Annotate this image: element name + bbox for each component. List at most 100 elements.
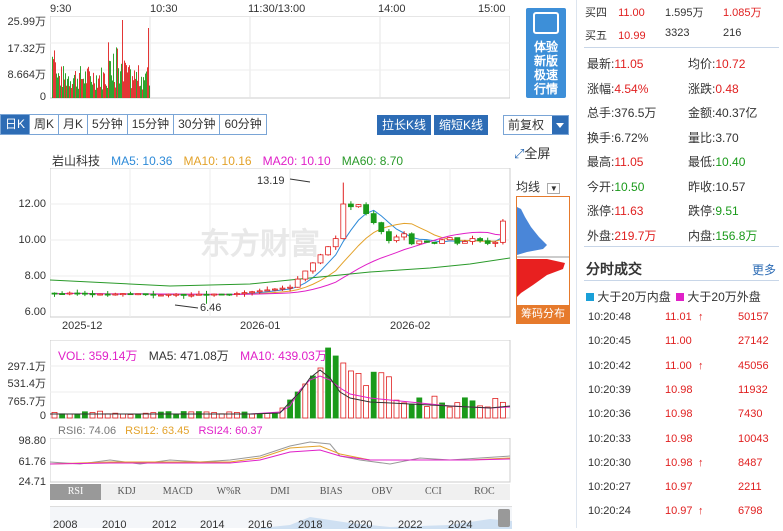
volume-bar <box>195 411 202 419</box>
price-ylabel: 12.00 <box>18 198 46 210</box>
volume-chart <box>50 340 511 419</box>
tab-30min[interactable]: 30分钟 <box>174 114 221 135</box>
tab-obv[interactable]: OBV <box>357 484 408 500</box>
candle-body <box>317 254 324 264</box>
candle-body <box>203 293 210 296</box>
time-tick: 15:00 <box>478 3 506 15</box>
price-ylabel: 10.00 <box>18 234 46 246</box>
tab-daily[interactable]: 日K <box>0 114 31 135</box>
quote-field: 昨收:10.57 <box>688 179 746 194</box>
tab-macd[interactable]: MACD <box>152 484 203 500</box>
tab-dmi[interactable]: DMI <box>254 484 305 500</box>
candle-body <box>378 222 385 233</box>
tab-cci[interactable]: CCI <box>408 484 459 500</box>
candle-body <box>89 293 96 296</box>
intraday-volume-bar <box>136 71 137 98</box>
intraday-volume-bar <box>140 85 141 98</box>
intraday-volume-bar <box>138 65 139 98</box>
ma-legend: 岩山科技 MA5: 10.36 MA10: 10.16 MA20: 10.10 … <box>52 152 411 169</box>
candle-body <box>309 262 316 272</box>
intraday-volume-bar <box>53 59 54 98</box>
more-link[interactable]: 更多 <box>752 261 776 278</box>
intraday-volume-bar <box>128 67 129 98</box>
intraday-volume-bar <box>101 67 102 98</box>
volume-bar <box>416 397 423 419</box>
volume-bar <box>454 402 461 419</box>
intraday-volume-bar <box>105 84 106 98</box>
quote-field: 量比:3.70 <box>688 130 739 145</box>
tab-kdj[interactable]: KDJ <box>101 484 152 500</box>
tab-monthly[interactable]: 月K <box>59 114 89 135</box>
intraday-volume-bar <box>113 53 114 98</box>
shrink-kline-button[interactable]: 缩短K线 <box>434 115 489 135</box>
intraday-volume-bar <box>129 65 130 98</box>
intraday-volume-bar <box>109 60 110 98</box>
high-label: 13.19 <box>257 175 285 187</box>
chip-distribution-label[interactable]: 筹码分布 <box>517 305 569 323</box>
tab-roc[interactable]: ROC <box>459 484 510 500</box>
buy4-row: 买四 11.00 1.595万 1.085万 <box>585 7 762 19</box>
junxian-select[interactable]: 均线 ▼ <box>516 178 561 195</box>
intraday-volume-bar <box>89 71 90 98</box>
candle-body <box>454 237 461 244</box>
intraday-volume-bar <box>145 73 146 98</box>
volume-bar <box>446 406 453 419</box>
volume-bar <box>51 412 58 419</box>
volume-bar <box>226 411 233 419</box>
candle-body <box>51 292 58 295</box>
candle-body <box>211 293 218 296</box>
tab-wr[interactable]: W%R <box>203 484 254 500</box>
tab-weekly[interactable]: 周K <box>30 114 60 135</box>
tab-5min[interactable]: 5分钟 <box>88 114 128 135</box>
up-arrow-icon: ↑ <box>698 505 704 518</box>
trade-row: 10:20:24 10.97 ↑ 6798 <box>588 500 778 523</box>
year-scroller[interactable]: 2008 2010 2012 2014 2016 2018 2020 2022 … <box>50 506 512 531</box>
intraday-volume-bar <box>68 76 69 98</box>
intraday-volume-bar <box>148 28 149 98</box>
intraday-ylabel: 17.32万 <box>7 43 46 55</box>
candle-body <box>112 293 119 296</box>
intraday-volume-bar <box>56 73 57 98</box>
trade-row: 10:20:45 11.00 27142 <box>588 335 769 348</box>
rsi-ylabel: 61.76 <box>18 456 46 468</box>
intraday-volume-bar <box>71 88 72 98</box>
volume-bar <box>249 413 256 419</box>
ticks-title: 分时成交 <box>586 261 642 277</box>
stretch-kline-button[interactable]: 拉长K线 <box>377 115 432 135</box>
chip-distribution[interactable]: 筹码分布 <box>516 196 570 324</box>
intraday-volume-bar <box>110 61 111 98</box>
candle-body <box>408 233 415 245</box>
candle-body <box>340 203 347 240</box>
candle-body <box>439 239 446 244</box>
intraday-volume-bar <box>124 60 125 98</box>
scroll-handle[interactable] <box>498 509 510 527</box>
volume-bar <box>74 413 81 419</box>
up-arrow-icon: ↑ <box>698 359 704 372</box>
quote-field: 内盘:156.8万 <box>688 228 758 243</box>
quote-field: 最低:10.40 <box>688 155 746 169</box>
volume-bar <box>180 411 187 419</box>
tab-60min[interactable]: 60分钟 <box>220 114 267 135</box>
intraday-volume-bar <box>82 79 83 98</box>
tab-15min[interactable]: 15分钟 <box>127 114 175 135</box>
volume-bar <box>211 412 218 419</box>
new-version-banner[interactable]: 体验 新版 极速 行情 <box>526 8 566 98</box>
adjust-select[interactable]: 前复权 <box>503 115 569 135</box>
candle-body <box>370 213 377 224</box>
volume-ylabel: 531.4万 <box>7 378 46 390</box>
candle-body <box>104 293 111 296</box>
fullscreen-button[interactable]: ⤢全屏 <box>514 143 550 162</box>
intraday-volume-bar <box>83 78 84 98</box>
candle-body <box>165 293 172 296</box>
intraday-volume-bar <box>76 86 77 98</box>
tab-bias[interactable]: BIAS <box>306 484 357 500</box>
volume-bar <box>499 401 506 419</box>
quote-field: 涨跌:0.48 <box>688 81 739 96</box>
kline-chart[interactable]: 东方财富 13.19 6.46 <box>50 168 512 318</box>
volume-bar <box>82 411 88 419</box>
tab-rsi[interactable]: RSI <box>50 484 102 500</box>
intraday-volume-bar <box>97 87 98 98</box>
ma20-label: MA20: 10.10 <box>262 154 331 168</box>
intraday-volume-bar <box>114 82 115 98</box>
volume-bar <box>271 412 278 419</box>
